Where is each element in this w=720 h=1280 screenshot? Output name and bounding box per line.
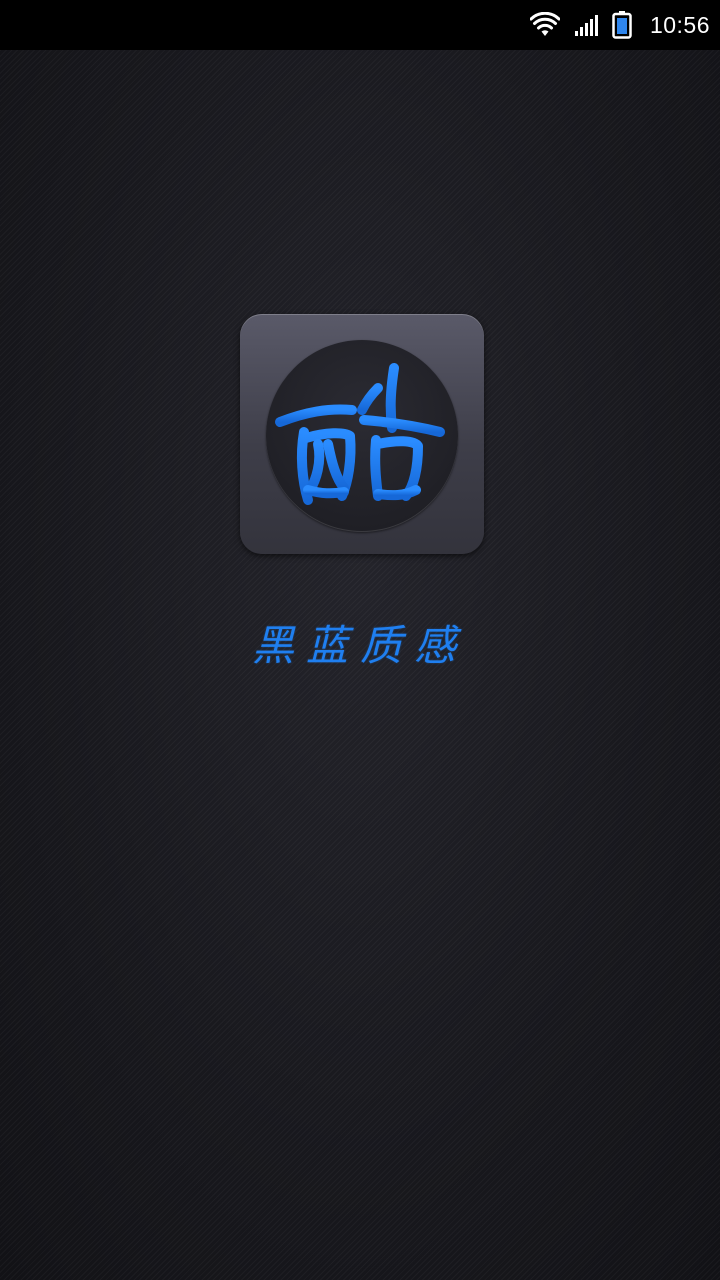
app-logo-glyph: 酷: [275, 363, 445, 505]
signal-icon: [574, 15, 598, 36]
status-time: 10:56: [649, 11, 710, 38]
battery-icon: [612, 11, 632, 39]
app-logo: 酷: [240, 314, 484, 554]
status-icons: 10:56: [529, 0, 710, 50]
tagline: 黑蓝质感: [251, 621, 468, 670]
app-logo-disc: 酷: [266, 340, 458, 532]
status-bar: 10:56: [0, 0, 720, 50]
svg-text:酷: 酷: [362, 454, 363, 457]
wifi-icon: [529, 12, 560, 36]
